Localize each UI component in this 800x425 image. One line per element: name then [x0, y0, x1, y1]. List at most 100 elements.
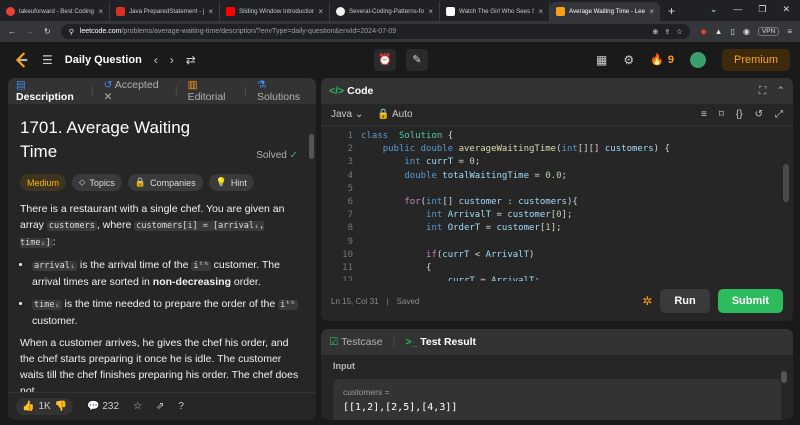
extension-icon[interactable]: ◆ [700, 27, 706, 36]
browser-tab[interactable]: Several-Coding-Patterns-for-Sc × [330, 2, 440, 21]
language-select[interactable]: Java ⌄ [331, 109, 363, 120]
help-icon[interactable]: ? [178, 401, 184, 412]
input-box: customers = [[1,2],[2,5],[4,3]] [333, 379, 781, 420]
line-numbers: 1 2 3 4 5 6 7 8 9 10 11 12 [321, 130, 353, 281]
expand-icon[interactable]: ⤢ [775, 109, 783, 120]
browser-tab[interactable]: Sliding Window Introduction Id × [220, 2, 330, 21]
forward-icon[interactable]: → [26, 27, 34, 36]
alert-extension-icon[interactable]: ▲ [715, 27, 723, 36]
maximize-panel-icon[interactable]: ⛶ [759, 85, 766, 98]
braces-icon[interactable]: {} [736, 109, 743, 120]
leetcode-logo-icon[interactable] [12, 51, 30, 69]
tab-label: Solutions [256, 91, 301, 103]
close-icon[interactable]: × [318, 7, 323, 16]
test-result-body: Input customers = [[1,2],[2,5],[4,3]] [321, 355, 793, 420]
comment-count: 232 [102, 401, 120, 412]
prev-problem-icon[interactable]: ‹ [154, 53, 158, 67]
tab-editorial[interactable]: ▥ Editorial [188, 79, 235, 103]
code-editor[interactable]: 1 2 3 4 5 6 7 8 9 10 11 12 class Solutio… [321, 126, 793, 281]
reset-icon[interactable]: ↺ [755, 109, 763, 120]
terminal-icon: >_ [405, 336, 418, 348]
browser-tab[interactable]: takeuforward - Best Coding Tut × [0, 2, 110, 21]
reload-icon[interactable]: ↻ [44, 27, 51, 36]
next-problem-icon[interactable]: › [170, 53, 174, 67]
tab-accepted[interactable]: ↺ Accepted ✕ [104, 79, 165, 103]
lock-icon: 🔒 [377, 109, 390, 120]
new-tab-icon[interactable]: + [660, 4, 683, 21]
tab-testcase[interactable]: ☑ Testcase [329, 336, 383, 348]
thumbs-down-icon[interactable]: 👎 [55, 401, 67, 412]
close-icon[interactable]: × [649, 7, 654, 16]
close-icon[interactable]: × [98, 7, 103, 16]
minimize-icon[interactable]: — [733, 4, 742, 15]
close-icon[interactable]: × [538, 7, 543, 16]
hint-chip[interactable]: 💡 Hint [208, 174, 254, 191]
tab-solutions[interactable]: ⚗ Solutions [257, 79, 308, 103]
share-icon[interactable]: ⇪ [664, 28, 670, 36]
site-info-icon[interactable]: ⚲ [69, 28, 74, 36]
url-host: leetcode.com [79, 28, 122, 35]
close-icon[interactable]: ✕ [104, 91, 113, 103]
tab-title: Average Waiting Time - Lee [569, 8, 646, 15]
tab-test-result[interactable]: >_ Test Result [405, 336, 476, 348]
maximize-icon[interactable]: ❐ [758, 4, 766, 15]
browser-tab[interactable]: Java PreparedStatement - javat × [110, 2, 220, 21]
star-icon[interactable]: ☆ [133, 401, 142, 412]
close-icon[interactable]: × [208, 7, 213, 16]
problem-title[interactable]: 1701. Average Waiting Time [20, 116, 220, 164]
topics-chip[interactable]: ⬦ Topics [72, 174, 122, 191]
notes-button[interactable]: ✎ [406, 48, 428, 71]
code-tab[interactable]: </> Code [329, 85, 373, 97]
share-icon[interactable]: ⇗ [156, 401, 164, 412]
companies-chip[interactable]: 🔒 Companies [127, 174, 203, 191]
book-icon: ▥ [187, 79, 198, 91]
back-icon[interactable]: ← [8, 27, 16, 36]
tab-description[interactable]: ▤ Description [16, 79, 81, 103]
url-field[interactable]: ⚲ leetcode.com/problems/average-waiting-… [60, 24, 691, 39]
scrollbar[interactable] [309, 134, 314, 159]
solved-status: Solved ✓ [256, 150, 298, 161]
bookmark-icon[interactable]: ⌑ [719, 109, 724, 120]
code-line: int currT = 0; [404, 157, 481, 168]
streak-count: 9 [667, 53, 674, 66]
tab-search-icon[interactable]: ⌄ [710, 4, 718, 15]
layout-grid-icon[interactable]: ▦ [596, 53, 607, 67]
profile-icon[interactable]: ◉ [743, 27, 750, 36]
timer-button[interactable]: ⏰ [374, 48, 396, 71]
shuffle-icon[interactable]: ⇄ [186, 53, 196, 67]
tab-title: Sliding Window Introduction Id [239, 8, 315, 15]
daily-question-title[interactable]: Daily Question [65, 54, 142, 66]
streak-counter[interactable]: 🔥 9 [650, 53, 674, 67]
inline-code: iᵗʰ [278, 300, 298, 310]
debug-icon[interactable]: ✲ [642, 294, 652, 308]
problem-list-icon[interactable]: ☰ [42, 53, 53, 67]
run-button[interactable]: Run [660, 289, 710, 313]
settings-gear-icon[interactable]: ⚙ [623, 53, 634, 67]
zoom-icon[interactable]: ⊕ [652, 28, 658, 36]
comments-button[interactable]: 💬 232 [87, 401, 119, 412]
collapse-icon[interactable]: ⌃ [776, 85, 785, 97]
format-icon[interactable]: ≡ [701, 109, 707, 120]
bookmark-star-icon[interactable]: ☆ [676, 28, 682, 36]
scrollbar[interactable] [781, 371, 787, 383]
list-item: arrivalᵢ is the arrival time of the iᵗʰ … [32, 257, 302, 290]
scrollbar[interactable] [783, 164, 789, 202]
window-close-icon[interactable]: ✕ [782, 4, 790, 15]
auto-mode-toggle[interactable]: 🔒 Auto [377, 109, 412, 120]
avatar[interactable] [689, 51, 706, 68]
close-icon[interactable]: × [428, 7, 433, 16]
sidebar-icon[interactable]: ▯ [731, 27, 735, 36]
line-number: 9 [347, 236, 353, 247]
line-number: 12 [321, 275, 353, 281]
description-icon: ▤ [16, 79, 26, 91]
browser-tab[interactable]: Watch The Girl Who Sees Smell × [440, 2, 550, 21]
submit-button[interactable]: Submit [717, 289, 783, 313]
menu-icon[interactable]: ≡ [787, 27, 792, 36]
solved-label: Solved [256, 150, 287, 161]
premium-button[interactable]: Premium [721, 48, 790, 71]
vpn-button[interactable]: VPN [757, 27, 780, 36]
lock-icon: 🔒 [134, 177, 147, 187]
tab-favicon-icon [116, 7, 125, 16]
thumbs-up-icon[interactable]: 👍 [22, 401, 34, 412]
browser-tab-active[interactable]: Average Waiting Time - Lee × [550, 2, 660, 21]
